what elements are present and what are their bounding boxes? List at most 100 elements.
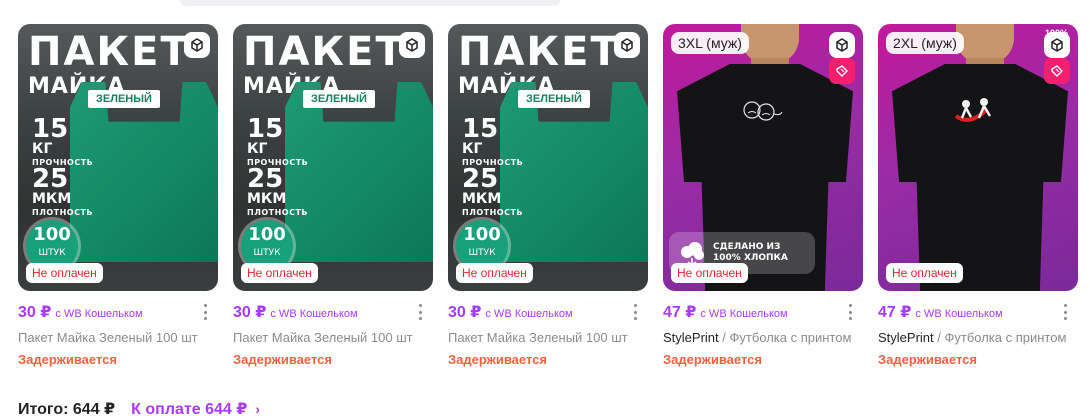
product-card[interactable]: ПАКЕТ МАЙКА ЗЕЛЕНЫЙ 15 КГ ПРОЧНОСТЬ 25 М… xyxy=(448,24,648,367)
image-text: СДЕЛАНО ИЗ xyxy=(713,241,781,252)
cotton-text: СДЕЛАНО ИЗ 100% ХЛОПКА xyxy=(713,242,788,265)
more-options-button[interactable] xyxy=(415,304,425,320)
image-text: 25 xyxy=(247,164,284,194)
payment-status-badge: Не оплачен xyxy=(241,263,318,283)
product-image[interactable]: ПАКЕТ МАЙКА ЗЕЛЕНЫЙ 15 КГ ПРОЧНОСТЬ 25 М… xyxy=(233,24,433,291)
product-title: Пакет Майка Зеленый 100 шт xyxy=(448,330,628,345)
delivery-status: Задерживается xyxy=(663,352,762,367)
wallet-note: с WB Кошельком xyxy=(915,308,1003,320)
image-text: ШТУК xyxy=(468,248,496,258)
price: 30 ₽ xyxy=(448,304,482,321)
image-text: ПЛОТНОСТЬ xyxy=(462,208,524,217)
compare-button[interactable] xyxy=(1044,32,1070,58)
delivery-status: Задерживается xyxy=(233,352,332,367)
density-stat: 25 МКМ ПЛОТНОСТЬ xyxy=(247,166,308,217)
ticket-icon xyxy=(1051,65,1063,77)
brand-name: StylePrint xyxy=(878,330,934,345)
payment-status-badge: Не оплачен xyxy=(886,263,963,283)
product-card[interactable]: 2XL (муж) 100% Не оплачен 47 ₽ с WB Коше… xyxy=(878,24,1078,367)
image-text: КГ xyxy=(32,141,53,157)
image-text: ПАКЕТ xyxy=(243,29,405,75)
product-name[interactable]: Пакет Майка Зеленый 100 шт xyxy=(18,330,218,345)
compare-icon xyxy=(1051,38,1063,52)
size-badge: 3XL (муж) xyxy=(671,32,749,54)
image-text: ПАКЕТ xyxy=(458,29,620,75)
payment-status-badge: Не оплачен xyxy=(26,263,103,283)
coupon-button[interactable] xyxy=(1044,58,1070,84)
delivery-status: Задерживается xyxy=(448,352,547,367)
compare-button[interactable] xyxy=(184,32,210,58)
product-title: / Футболка с принтом xyxy=(718,330,852,345)
pay-link[interactable]: К оплате 644 ₽ › xyxy=(131,399,260,419)
image-text: ПЛОТНОСТЬ xyxy=(247,208,309,217)
compare-button[interactable] xyxy=(399,32,425,58)
product-image[interactable]: 3XL (муж) СДЕЛАНО ИЗ 100% ХЛОПКА Не опла… xyxy=(663,24,863,291)
product-name[interactable]: StylePrint / Футболка с принтом xyxy=(878,330,1078,345)
image-text: ЗЕЛЕНЫЙ xyxy=(518,90,590,108)
price-row: 30 ₽ с WB Кошельком xyxy=(233,302,433,324)
density-stat: 25 МКМ ПЛОТНОСТЬ xyxy=(32,166,93,217)
total-amount: Итого: 644 ₽ xyxy=(18,401,116,418)
product-title: Пакет Майка Зеленый 100 шт xyxy=(233,330,413,345)
figures-print-graphic xyxy=(954,98,992,122)
product-name[interactable]: Пакет Майка Зеленый 100 шт xyxy=(448,330,648,345)
price-row: 30 ₽ с WB Кошельком xyxy=(448,302,648,324)
compare-icon xyxy=(406,38,418,52)
wallet-note: с WB Кошельком xyxy=(700,308,788,320)
image-text: 15 xyxy=(247,114,284,144)
wallet-note: с WB Кошельком xyxy=(485,308,573,320)
faces-print-graphic xyxy=(743,101,783,121)
image-text: ЗЕЛЕНЫЙ xyxy=(88,90,160,108)
size-badge: 2XL (муж) xyxy=(886,32,964,54)
search-bar-edge xyxy=(180,0,560,6)
image-text: МКМ xyxy=(462,191,502,207)
image-text: 100 xyxy=(33,224,71,245)
image-text: 15 xyxy=(462,114,499,144)
order-items-grid: ПАКЕТ МАЙКА ЗЕЛЕНЫЙ 15 КГ ПРОЧНОСТЬ 25 М… xyxy=(18,24,1078,367)
compare-button[interactable] xyxy=(614,32,640,58)
chevron-right-icon: › xyxy=(255,401,261,417)
pay-link-label: К оплате 644 ₽ xyxy=(131,401,248,418)
compare-button[interactable] xyxy=(829,32,855,58)
image-text: ЗЕЛЕНЫЙ xyxy=(303,90,375,108)
product-card[interactable]: ПАКЕТ МАЙКА ЗЕЛЕНЫЙ 15 КГ ПРОЧНОСТЬ 25 М… xyxy=(233,24,433,367)
compare-icon xyxy=(191,38,203,52)
product-name[interactable]: StylePrint / Футболка с принтом xyxy=(663,330,863,345)
bag-image-title: ПАКЕТ МАЙКА xyxy=(458,32,620,98)
bag-image-title: ПАКЕТ МАЙКА xyxy=(28,32,190,98)
coupon-button[interactable] xyxy=(829,58,855,84)
strength-stat: 15 КГ ПРОЧНОСТЬ xyxy=(32,116,93,167)
product-title: / Футболка с принтом xyxy=(933,330,1067,345)
image-text: 100 xyxy=(463,224,501,245)
product-name[interactable]: Пакет Майка Зеленый 100 шт xyxy=(233,330,433,345)
delivery-status: Задерживается xyxy=(878,352,977,367)
payment-status-badge: Не оплачен xyxy=(671,263,748,283)
price: 47 ₽ xyxy=(663,304,697,321)
compare-icon xyxy=(621,38,633,52)
more-options-button[interactable] xyxy=(630,304,640,320)
image-text: ШТУК xyxy=(253,248,281,258)
more-options-button[interactable] xyxy=(200,304,210,320)
more-options-button[interactable] xyxy=(1060,304,1070,320)
price-row: 47 ₽ с WB Кошельком xyxy=(878,302,1078,324)
image-text: КГ xyxy=(247,141,268,157)
wallet-note: с WB Кошельком xyxy=(270,308,358,320)
strength-stat: 15 КГ ПРОЧНОСТЬ xyxy=(247,116,308,167)
density-stat: 25 МКМ ПЛОТНОСТЬ xyxy=(462,166,523,217)
product-card[interactable]: ПАКЕТ МАЙКА ЗЕЛЕНЫЙ 15 КГ ПРОЧНОСТЬ 25 М… xyxy=(18,24,218,367)
product-image[interactable]: ПАКЕТ МАЙКА ЗЕЛЕНЫЙ 15 КГ ПРОЧНОСТЬ 25 М… xyxy=(18,24,218,291)
product-image[interactable]: 2XL (муж) 100% Не оплачен xyxy=(878,24,1078,291)
image-text: 100 xyxy=(248,224,286,245)
product-image[interactable]: ПАКЕТ МАЙКА ЗЕЛЕНЫЙ 15 КГ ПРОЧНОСТЬ 25 М… xyxy=(448,24,648,291)
product-card[interactable]: 3XL (муж) СДЕЛАНО ИЗ 100% ХЛОПКА Не опла… xyxy=(663,24,863,367)
brand-name: StylePrint xyxy=(663,330,719,345)
delivery-status: Задерживается xyxy=(18,352,117,367)
price-row: 30 ₽ с WB Кошельком xyxy=(18,302,218,324)
image-text: ШТУК xyxy=(38,248,66,258)
price: 30 ₽ xyxy=(18,304,52,321)
image-text: 25 xyxy=(32,164,69,194)
more-options-button[interactable] xyxy=(845,304,855,320)
order-summary: Итого: 644 ₽ К оплате 644 ₽ › xyxy=(18,399,260,419)
price-row: 47 ₽ с WB Кошельком xyxy=(663,302,863,324)
ticket-icon xyxy=(836,65,848,77)
